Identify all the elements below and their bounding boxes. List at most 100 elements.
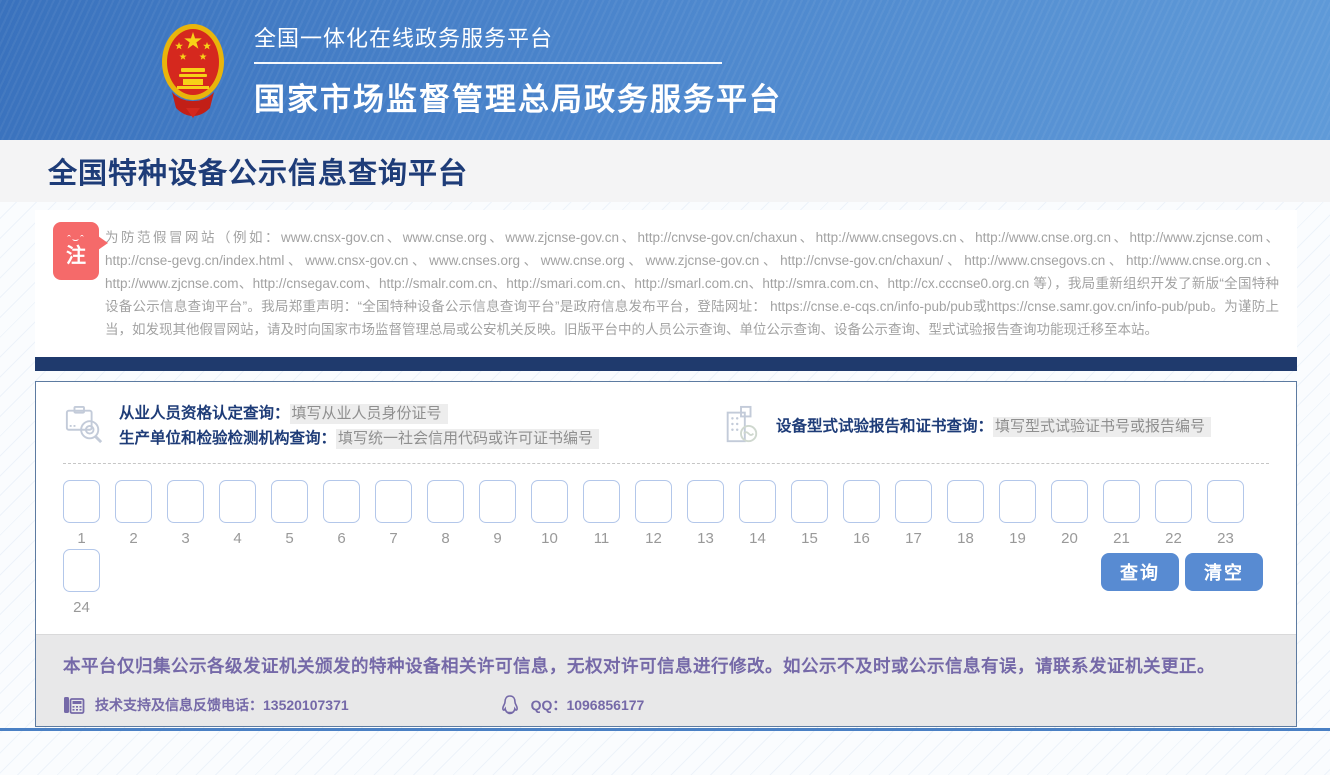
fax-phone-icon — [63, 694, 85, 716]
support-qq-number: 1096856177 — [566, 697, 644, 713]
code-box-cell: 14 — [739, 480, 776, 547]
code-box-number: 21 — [1113, 530, 1130, 547]
code-box-cell: 15 — [791, 480, 828, 547]
code-box-number: 15 — [801, 530, 818, 547]
unit-query-hint: 填写统一社会信用代码或许可证书编号 — [336, 429, 599, 449]
code-input-18[interactable] — [947, 480, 984, 523]
code-box-cell: 17 — [895, 480, 932, 547]
code-box-number: 1 — [77, 530, 85, 547]
person-query-hint: 填写从业人员身份证号 — [290, 404, 448, 424]
code-input-9[interactable] — [479, 480, 516, 523]
type-test-query-label: 设备型式试验报告和证书查询： — [776, 418, 993, 435]
code-box-cell: 3 — [167, 480, 204, 547]
code-box-number: 13 — [697, 530, 714, 547]
code-box-number: 18 — [957, 530, 974, 547]
page-title: 全国特种设备公示信息查询平台 — [48, 150, 468, 192]
code-input-19[interactable] — [999, 480, 1036, 523]
code-box-cell: 19 — [999, 480, 1036, 547]
code-box-cell: 4 — [219, 480, 256, 547]
code-box-number: 10 — [541, 530, 558, 547]
code-input-22[interactable] — [1155, 480, 1192, 523]
code-input-1[interactable] — [63, 480, 100, 523]
code-box-cell: 21 — [1103, 480, 1140, 547]
person-unit-query-header: 从业人员资格认定查询：填写从业人员身份证号 生产单位和检验检测机构查询：填写统一… — [63, 398, 599, 451]
code-box-cell: 22 — [1155, 480, 1192, 547]
code-box-number: 11 — [594, 530, 610, 547]
person-query-label: 从业人员资格认定查询： — [119, 405, 290, 422]
support-phone-label: 技术支持及信息反馈电话： — [95, 695, 263, 715]
code-box-cell: 12 — [635, 480, 672, 547]
unit-query-label: 生产单位和检验检测机构查询： — [119, 430, 336, 447]
notice-text: 为防范假冒网站（例如：www.cnsx-gov.cn、www.cnse.org、… — [105, 226, 1279, 341]
page-title-bar: 全国特种设备公示信息查询平台 — [0, 140, 1330, 202]
support-qq-label: QQ： — [531, 695, 567, 715]
code-box-number: 17 — [905, 530, 922, 547]
code-box-number: 23 — [1217, 530, 1234, 547]
code-box-cell: 8 — [427, 480, 464, 547]
type-test-query-header: 设备型式试验报告和证书查询：填写型式试验证书号或报告编号 — [720, 405, 1211, 445]
code-box-number: 6 — [337, 530, 345, 547]
code-input-16[interactable] — [843, 480, 880, 523]
code-box-cell: 2 — [115, 480, 152, 547]
building-search-icon — [720, 405, 762, 445]
main-container: ˆ⌣ˆ 注 为防范假冒网站（例如：www.cnsx-gov.cn、www.cns… — [35, 210, 1297, 727]
code-box-number: 22 — [1165, 530, 1182, 547]
code-input-5[interactable] — [271, 480, 308, 523]
support-phone-number: 13520107371 — [263, 697, 349, 713]
code-box-number: 4 — [233, 530, 241, 547]
support-qq: QQ： 1096856177 — [499, 694, 645, 716]
code-input-3[interactable] — [167, 480, 204, 523]
code-input-12[interactable] — [635, 480, 672, 523]
code-input-20[interactable] — [1051, 480, 1088, 523]
code-box-number: 9 — [493, 530, 501, 547]
code-box-cell: 1 — [63, 480, 100, 547]
code-box-number: 19 — [1009, 530, 1026, 547]
code-box-cell: 6 — [323, 480, 360, 547]
code-box-cell: 18 — [947, 480, 984, 547]
code-box-cell: 10 — [531, 480, 568, 547]
code-input-13[interactable] — [687, 480, 724, 523]
site-header: 全国一体化在线政务服务平台 国家市场监督管理总局政务服务平台 — [0, 0, 1330, 140]
code-input-2[interactable] — [115, 480, 152, 523]
code-box-cell: 24 — [63, 549, 100, 616]
code-box-cell: 20 — [1051, 480, 1088, 547]
code-input-23[interactable] — [1207, 480, 1244, 523]
platform-tag: 全国一体化在线政务服务平台 — [254, 21, 722, 64]
clear-button[interactable]: 清空 — [1185, 553, 1263, 591]
code-box-number: 14 — [749, 530, 766, 547]
code-input-4[interactable] — [219, 480, 256, 523]
code-input-21[interactable] — [1103, 480, 1140, 523]
code-box-cell: 5 — [271, 480, 308, 547]
code-box-number: 5 — [285, 530, 293, 547]
code-box-cell: 23 — [1207, 480, 1244, 547]
code-box-number: 2 — [129, 530, 137, 547]
contact-row: 技术支持及信息反馈电话： 13520107371 QQ： 1096856177 — [63, 694, 1269, 716]
code-input-17[interactable] — [895, 480, 932, 523]
package-search-icon — [63, 405, 105, 445]
code-input-11[interactable] — [583, 480, 620, 523]
support-phone: 技术支持及信息反馈电话： 13520107371 — [63, 694, 349, 716]
code-input-row-1: 1234567891011121314151617181920212223 — [36, 464, 1296, 547]
smiley-face-icon: ˆ⌣ˆ — [67, 235, 85, 245]
code-input-8[interactable] — [427, 480, 464, 523]
anti-fake-notice: ˆ⌣ˆ 注 为防范假冒网站（例如：www.cnsx-gov.cn、www.cns… — [35, 210, 1297, 357]
code-input-6[interactable] — [323, 480, 360, 523]
code-box-number: 7 — [389, 530, 397, 547]
code-input-15[interactable] — [791, 480, 828, 523]
code-box-number: 16 — [853, 530, 870, 547]
qq-penguin-icon — [499, 694, 521, 716]
code-input-10[interactable] — [531, 480, 568, 523]
code-box-number: 20 — [1061, 530, 1078, 547]
code-input-24[interactable] — [63, 549, 100, 592]
code-box-number: 8 — [441, 530, 449, 547]
code-box-number: 24 — [73, 599, 90, 616]
note-badge-icon: ˆ⌣ˆ 注 — [53, 222, 99, 280]
search-button[interactable]: 查询 — [1101, 553, 1179, 591]
code-input-row-2: 24 — [63, 549, 100, 616]
navy-divider — [35, 357, 1297, 371]
site-title: 国家市场监督管理总局政务服务平台 — [254, 74, 782, 119]
query-panel: 从业人员资格认定查询：填写从业人员身份证号 生产单位和检验检测机构查询：填写统一… — [35, 381, 1297, 727]
code-input-7[interactable] — [375, 480, 412, 523]
code-input-14[interactable] — [739, 480, 776, 523]
code-box-cell: 11 — [583, 480, 620, 547]
